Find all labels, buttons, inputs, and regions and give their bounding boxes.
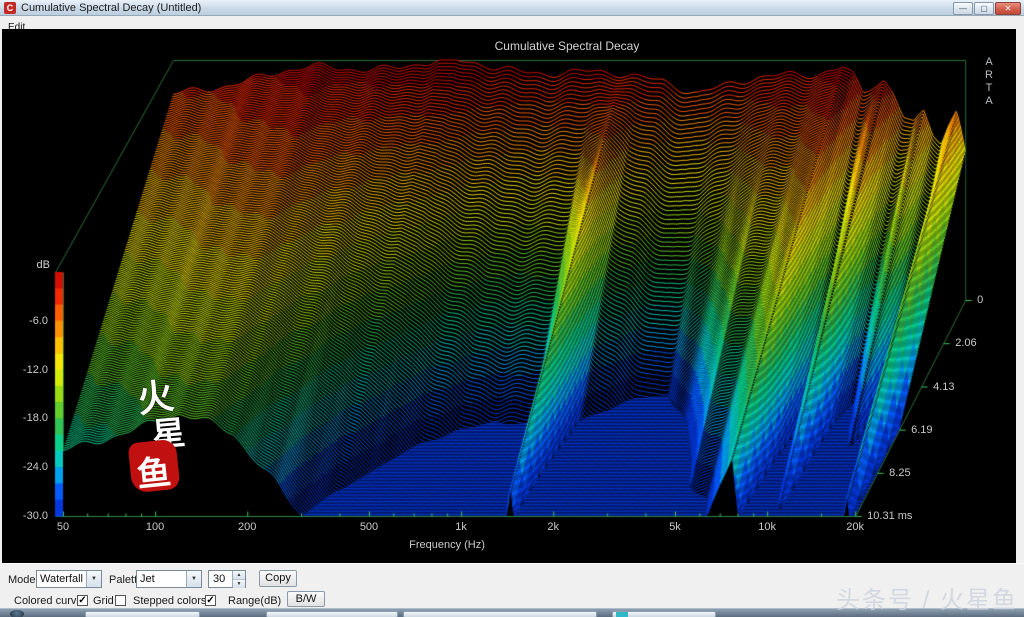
bw-button[interactable]: B/W <box>287 591 325 607</box>
stepped-colors-label: Stepped colors <box>133 595 206 607</box>
palette-value: Jet <box>137 573 186 585</box>
app-icon: C <box>4 2 16 14</box>
grid-checkbox[interactable] <box>115 595 126 606</box>
csd-plot-area: Cumulative Spectral Decay A R T A dB Fre… <box>2 29 1016 563</box>
colored-curves-checkbox[interactable]: ✓ <box>77 595 88 606</box>
close-button[interactable]: ✕ <box>995 2 1021 15</box>
palette-dropdown-icon[interactable]: ▼ <box>186 571 201 587</box>
taskbar-button[interactable] <box>85 611 200 617</box>
stepped-colors-checkbox[interactable]: ✓ <box>205 595 216 606</box>
title-bar: C Cumulative Spectral Decay (Untitled) —… <box>0 0 1024 16</box>
window-controls: — ▢ ✕ <box>953 2 1021 15</box>
mode-label: Mode <box>8 574 36 586</box>
arta-logo-text: A R T A <box>982 56 996 108</box>
restore-button[interactable]: ▢ <box>974 2 994 15</box>
range-spinner[interactable]: 30 ▲ ▼ <box>208 570 246 588</box>
spin-up-icon[interactable]: ▲ <box>233 571 245 580</box>
frequency-axis-title: Frequency (Hz) <box>347 539 547 551</box>
control-panel: Mode Waterfall ▼ Palette Jet ▼ 30 ▲ ▼ Co… <box>0 563 1024 608</box>
mode-combobox[interactable]: Waterfall ▼ <box>36 570 102 588</box>
app-window: C Cumulative Spectral Decay (Untitled) —… <box>0 0 1024 617</box>
copy-button[interactable]: Copy <box>259 570 297 587</box>
taskbar-button[interactable] <box>266 611 398 617</box>
start-orb-icon[interactable] <box>10 610 24 617</box>
menu-bar: Edit <box>0 17 1024 29</box>
window-title: Cumulative Spectral Decay (Untitled) <box>21 2 201 14</box>
db-axis-title: dB <box>10 259 50 271</box>
plot-title: Cumulative Spectral Decay <box>467 39 667 53</box>
spin-down-icon[interactable]: ▼ <box>233 580 245 588</box>
palette-combobox[interactable]: Jet ▼ <box>136 570 202 588</box>
taskbar-app-icon <box>616 612 628 617</box>
range-db-label: Range(dB) <box>228 595 281 607</box>
mode-value: Waterfall <box>37 573 86 585</box>
mode-dropdown-icon[interactable]: ▼ <box>86 571 101 587</box>
csd-waterfall-canvas <box>2 29 1016 563</box>
range-spinner-value[interactable]: 30 <box>209 571 232 587</box>
taskbar-button[interactable] <box>403 611 597 617</box>
grid-label: Grid <box>93 595 114 607</box>
taskbar <box>0 608 1024 617</box>
minimize-button[interactable]: — <box>953 2 973 15</box>
